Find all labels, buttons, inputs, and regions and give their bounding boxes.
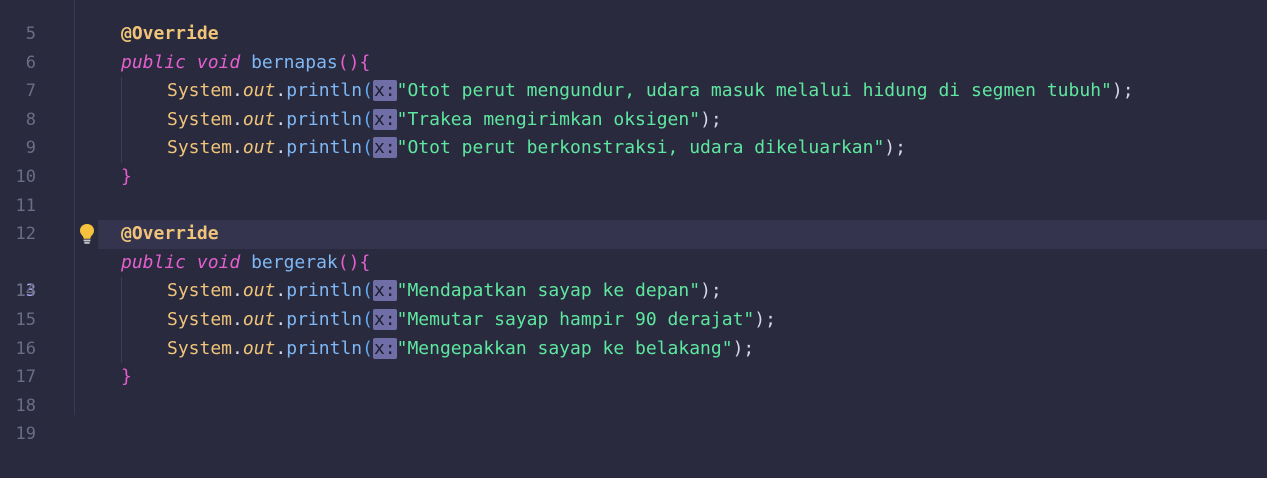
code-text[interactable]: System.out.println(x:"Otot perut mengund… <box>167 77 1134 106</box>
string-literal: "Mengepakkan sayap ke belakang" <box>396 337 733 359</box>
brace: (){ <box>337 251 371 273</box>
lightbulb-icon[interactable] <box>79 223 95 245</box>
code-text[interactable]: System.out.println(x:"Mendapatkan sayap … <box>167 277 722 306</box>
field-name: out <box>242 137 276 159</box>
method-name: bergerak <box>251 251 338 273</box>
code-text[interactable]: System.out.println(x:"Trakea mengirimkan… <box>167 106 722 135</box>
code-line[interactable]: 10 System.out.println(x:"Otot perut berk… <box>0 134 1267 187</box>
field-name: out <box>242 80 276 102</box>
parameter-hint: x: <box>372 137 397 159</box>
code-line[interactable]: 5 <box>0 0 1267 44</box>
class-name: System <box>167 309 233 330</box>
indent-guide <box>121 277 122 306</box>
parameter-hint: x: <box>372 80 397 102</box>
class-name: System <box>167 337 233 359</box>
code-line[interactable]: 6 @Override <box>0 20 1267 73</box>
method-call: println <box>286 108 363 130</box>
code-text[interactable]: public void bernapas(){ <box>121 49 370 78</box>
statement-end: ); <box>1111 80 1134 102</box>
code-line[interactable]: 14 public void bergerak(){ <box>0 249 1267 302</box>
code-line[interactable]: 18 } <box>0 363 1267 416</box>
code-line[interactable]: 11 } <box>0 163 1267 216</box>
code-text[interactable]: System.out.println(x:"Mengepakkan sayap … <box>167 335 754 364</box>
class-name: System <box>167 80 233 102</box>
code-text[interactable]: System.out.println(x:"Otot perut berkons… <box>167 134 906 163</box>
code-text[interactable]: } <box>121 163 132 192</box>
parameter-hint: x: <box>372 280 397 302</box>
code-text[interactable]: @Override <box>121 220 219 249</box>
string-literal: "Otot perut mengundur, udara masuk melal… <box>396 80 1112 102</box>
statement-end: ); <box>700 280 722 302</box>
code-line[interactable]: 12 <box>0 192 1267 244</box>
annotation: @Override <box>121 23 219 44</box>
statement-end: ); <box>754 309 776 330</box>
current-line-highlight <box>98 220 1267 249</box>
keyword: void <box>196 51 241 73</box>
class-name: System <box>167 137 233 159</box>
brace: } <box>121 366 132 388</box>
code-line[interactable]: 9 System.out.println(x:"Trakea mengirimk… <box>0 105 1267 158</box>
brace: (){ <box>337 51 371 73</box>
code-line[interactable]: 16 System.out.println(x:"Memutar sayap h… <box>0 306 1267 359</box>
code-editor[interactable]: 5 6 @Override 7 public void bernapas(){ … <box>0 0 1267 444</box>
method-call: println <box>286 137 363 159</box>
indent-guide <box>121 105 122 135</box>
string-literal: "Mendapatkan sayap ke depan" <box>396 280 701 302</box>
indent-guide <box>121 77 122 106</box>
parameter-hint: x: <box>372 108 397 130</box>
indent-guide <box>121 306 122 335</box>
method-call: println <box>286 80 363 102</box>
code-line[interactable]: 17 System.out.println(x:"Mengepakkan say… <box>0 334 1267 387</box>
indent-guide <box>121 134 122 163</box>
brace: } <box>121 166 132 187</box>
code-text[interactable]: public void bergerak(){ <box>121 249 370 278</box>
parameter-hint: x: <box>372 337 397 359</box>
code-line[interactable]: 7 public void bernapas(){ <box>0 49 1267 102</box>
method-call: println <box>286 309 363 330</box>
field-name: out <box>242 108 276 130</box>
line-number: 19 <box>15 424 36 445</box>
code-text[interactable]: @Override <box>121 20 219 49</box>
class-name: System <box>167 108 233 130</box>
string-literal: "Trakea mengirimkan oksigen" <box>396 108 701 130</box>
code-line[interactable]: 19 <box>0 392 1267 444</box>
annotation: @Override <box>121 223 219 245</box>
field-name: out <box>242 280 276 302</box>
keyword: public <box>121 251 187 273</box>
parameter-hint: x: <box>372 309 397 330</box>
keyword: void <box>196 251 241 273</box>
statement-end: ); <box>732 337 755 359</box>
class-name: System <box>167 280 233 302</box>
field-name: out <box>242 337 276 359</box>
code-text[interactable]: System.out.println(x:"Memutar sayap hamp… <box>167 306 776 335</box>
indent-guide <box>121 334 122 364</box>
string-literal: "Otot perut berkonstraksi, udara dikelua… <box>396 137 885 159</box>
method-call: println <box>286 280 363 302</box>
method-call: println <box>286 337 363 359</box>
field-name: out <box>242 309 276 330</box>
keyword: public <box>121 51 187 73</box>
code-text[interactable]: } <box>121 363 132 392</box>
code-line[interactable]: 8 System.out.println(x:"Otot perut mengu… <box>0 77 1267 130</box>
statement-end: ); <box>700 108 722 130</box>
statement-end: ); <box>884 137 906 159</box>
code-line-current[interactable]: 13 @Override <box>0 220 1267 301</box>
string-literal: "Memutar sayap hampir 90 derajat" <box>396 309 755 330</box>
method-name: bernapas <box>251 51 338 73</box>
code-line[interactable]: 15 System.out.println(x:"Mendapatkan say… <box>0 277 1267 330</box>
